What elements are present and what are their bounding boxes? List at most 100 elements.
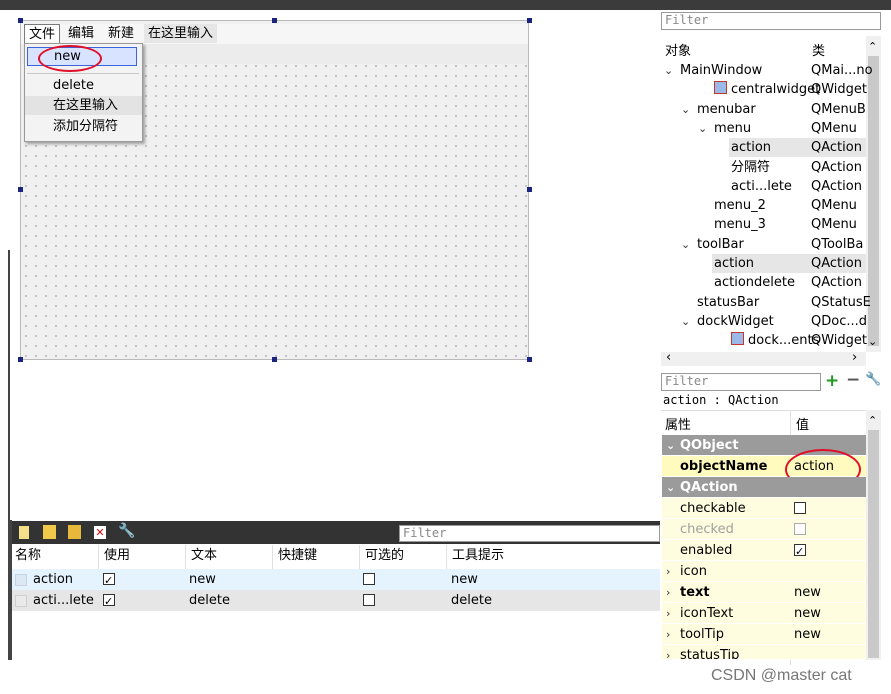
copy-action-icon[interactable] bbox=[43, 525, 56, 539]
menu-item-type-here[interactable]: 在这里输入 bbox=[25, 96, 142, 115]
resize-handle-bl[interactable] bbox=[18, 357, 23, 362]
configure-wrench-icon[interactable]: 🔧 bbox=[118, 523, 135, 539]
tree-item[interactable]: ⌄ dockWidget QDoc...d bbox=[681, 312, 867, 331]
scroll-right-icon[interactable]: › bbox=[852, 350, 857, 365]
tree-item[interactable]: ⌄ toolBar QToolBa bbox=[681, 235, 866, 254]
resize-handle-r[interactable] bbox=[527, 187, 532, 192]
property-scrollbar[interactable] bbox=[866, 410, 881, 660]
tree-item[interactable]: ⌄ menubar QMenuB bbox=[681, 100, 866, 119]
tree-item[interactable]: ⌄ MainWindow QMai...no bbox=[664, 61, 873, 80]
tree-item-label: menu_3 bbox=[714, 217, 766, 233]
checkable-checkbox[interactable] bbox=[794, 502, 806, 514]
section-qobject-label: QObject bbox=[680, 438, 739, 453]
tree-item[interactable]: centralwidget QWidget bbox=[712, 80, 867, 99]
tree-item-label: centralwidget bbox=[731, 82, 821, 98]
expand-chevron-icon[interactable]: › bbox=[666, 603, 670, 624]
table-row[interactable]: acti...lete delete delete bbox=[12, 590, 660, 612]
menu-item-add-separator[interactable]: 添加分隔符 bbox=[25, 117, 142, 136]
tree-item[interactable]: ⌄ menu QMenu bbox=[698, 119, 866, 138]
menu-new[interactable]: 新建 bbox=[104, 24, 138, 43]
collapse-chevron-icon[interactable]: ⌄ bbox=[666, 477, 675, 498]
configure-wrench-icon[interactable]: 🔧 bbox=[865, 372, 881, 387]
tree-item-name: MainWindow bbox=[680, 61, 762, 80]
resize-handle-br[interactable] bbox=[527, 357, 532, 362]
resize-handle-l[interactable] bbox=[18, 187, 23, 192]
action-filter-input[interactable]: Filter bbox=[399, 525, 660, 542]
resize-handle-tl[interactable] bbox=[18, 18, 23, 23]
expand-chevron-icon[interactable]: › bbox=[666, 624, 670, 645]
expand-chevron-icon[interactable]: ⌄ bbox=[664, 61, 673, 80]
remove-property-icon[interactable]: − bbox=[846, 370, 860, 390]
tree-item-label: action bbox=[714, 256, 755, 271]
tree-item[interactable]: 分隔符 QAction bbox=[729, 158, 866, 177]
expand-chevron-icon[interactable]: › bbox=[666, 645, 670, 659]
scroll-thumb[interactable] bbox=[868, 430, 879, 658]
expand-chevron-icon[interactable]: › bbox=[666, 582, 670, 603]
prop-toolTip[interactable]: › toolTip new bbox=[662, 624, 866, 645]
row-tooltip: new bbox=[451, 572, 478, 587]
prop-enabled[interactable]: enabled bbox=[662, 540, 866, 562]
section-qaction[interactable]: ⌄ QAction bbox=[662, 477, 866, 498]
scroll-left-icon[interactable]: ‹ bbox=[666, 350, 671, 365]
prop-enabled-key: enabled bbox=[680, 543, 733, 558]
tree-item-class: QStatusE bbox=[811, 294, 871, 310]
row-tooltip: delete bbox=[451, 593, 492, 608]
property-object-label: action : QAction bbox=[663, 393, 779, 407]
resize-handle-b[interactable] bbox=[272, 357, 277, 362]
checkable-checkbox[interactable] bbox=[363, 594, 375, 606]
enabled-checkbox[interactable] bbox=[794, 541, 806, 562]
tree-item[interactable]: action QAction bbox=[729, 138, 866, 158]
resize-handle-tr[interactable] bbox=[527, 18, 532, 23]
expand-chevron-icon[interactable]: ⌄ bbox=[681, 235, 690, 254]
widget-icon bbox=[714, 81, 727, 95]
col-used: 使用 bbox=[104, 548, 131, 563]
checkable-checkbox[interactable] bbox=[363, 573, 375, 585]
property-filter-input[interactable]: Filter bbox=[661, 373, 821, 391]
menu-file[interactable]: 文件 bbox=[24, 24, 61, 43]
prop-toolTip-key: toolTip bbox=[680, 627, 725, 642]
add-property-icon[interactable]: + bbox=[825, 371, 839, 391]
tree-item[interactable]: action QAction bbox=[712, 254, 866, 273]
menu-edit[interactable]: 编辑 bbox=[64, 24, 98, 43]
expand-chevron-icon[interactable]: ⌄ bbox=[698, 119, 707, 138]
prop-checked[interactable]: checked bbox=[662, 519, 866, 540]
tree-item[interactable]: statusBar QStatusE bbox=[695, 293, 871, 312]
menu-type-here[interactable]: 在这里输入 bbox=[144, 24, 218, 43]
tree-item[interactable]: acti...lete QAction bbox=[729, 177, 866, 196]
resize-handle-t[interactable] bbox=[272, 18, 277, 23]
tree-item-class: QMenuB bbox=[811, 101, 866, 117]
scroll-up-icon[interactable]: ⌃ bbox=[868, 414, 877, 427]
col-name: 名称 bbox=[15, 548, 42, 563]
prop-text-value[interactable]: new bbox=[794, 582, 821, 603]
tree-item[interactable]: menu_2 QMenu bbox=[712, 196, 866, 215]
delete-action-icon[interactable]: ✕ bbox=[94, 526, 106, 539]
scroll-down-icon[interactable]: ⌄ bbox=[868, 335, 877, 348]
menu-item-delete[interactable]: delete bbox=[25, 76, 142, 95]
row-text: new bbox=[189, 572, 216, 587]
paste-action-icon[interactable] bbox=[68, 525, 81, 539]
table-row[interactable]: action new new bbox=[12, 569, 660, 591]
expand-chevron-icon[interactable]: ⌄ bbox=[681, 312, 690, 331]
expand-chevron-icon[interactable]: › bbox=[666, 561, 670, 582]
prop-statusTip[interactable]: › statusTip bbox=[662, 645, 866, 660]
tree-item[interactable]: menu_3 QMenu bbox=[712, 215, 866, 234]
prop-iconText-value[interactable]: new bbox=[794, 603, 821, 624]
prop-checkable[interactable]: checkable bbox=[662, 498, 866, 519]
scroll-up-icon[interactable]: ⌃ bbox=[868, 40, 877, 53]
tree-item[interactable]: dock...ents QWidget bbox=[729, 331, 867, 350]
object-filter-input[interactable]: Filter bbox=[661, 12, 881, 30]
prop-iconText[interactable]: › iconText new bbox=[662, 603, 866, 624]
prop-icon[interactable]: › icon bbox=[662, 561, 866, 582]
annotation-circle-new bbox=[38, 45, 102, 72]
collapse-chevron-icon[interactable]: ⌄ bbox=[666, 435, 675, 456]
expand-chevron-icon[interactable]: ⌄ bbox=[681, 100, 690, 119]
new-action-icon[interactable] bbox=[19, 526, 29, 539]
prop-toolTip-value[interactable]: new bbox=[794, 624, 821, 645]
prop-text[interactable]: › text new bbox=[662, 582, 866, 603]
tree-item-class: QMai...no bbox=[811, 63, 873, 78]
tree-item[interactable]: actiondelete QAction bbox=[712, 273, 866, 292]
used-checkbox[interactable] bbox=[103, 591, 115, 612]
used-checkbox[interactable] bbox=[103, 570, 115, 591]
object-tree-hscroll[interactable] bbox=[661, 352, 866, 366]
window-top-strip bbox=[0, 0, 891, 10]
